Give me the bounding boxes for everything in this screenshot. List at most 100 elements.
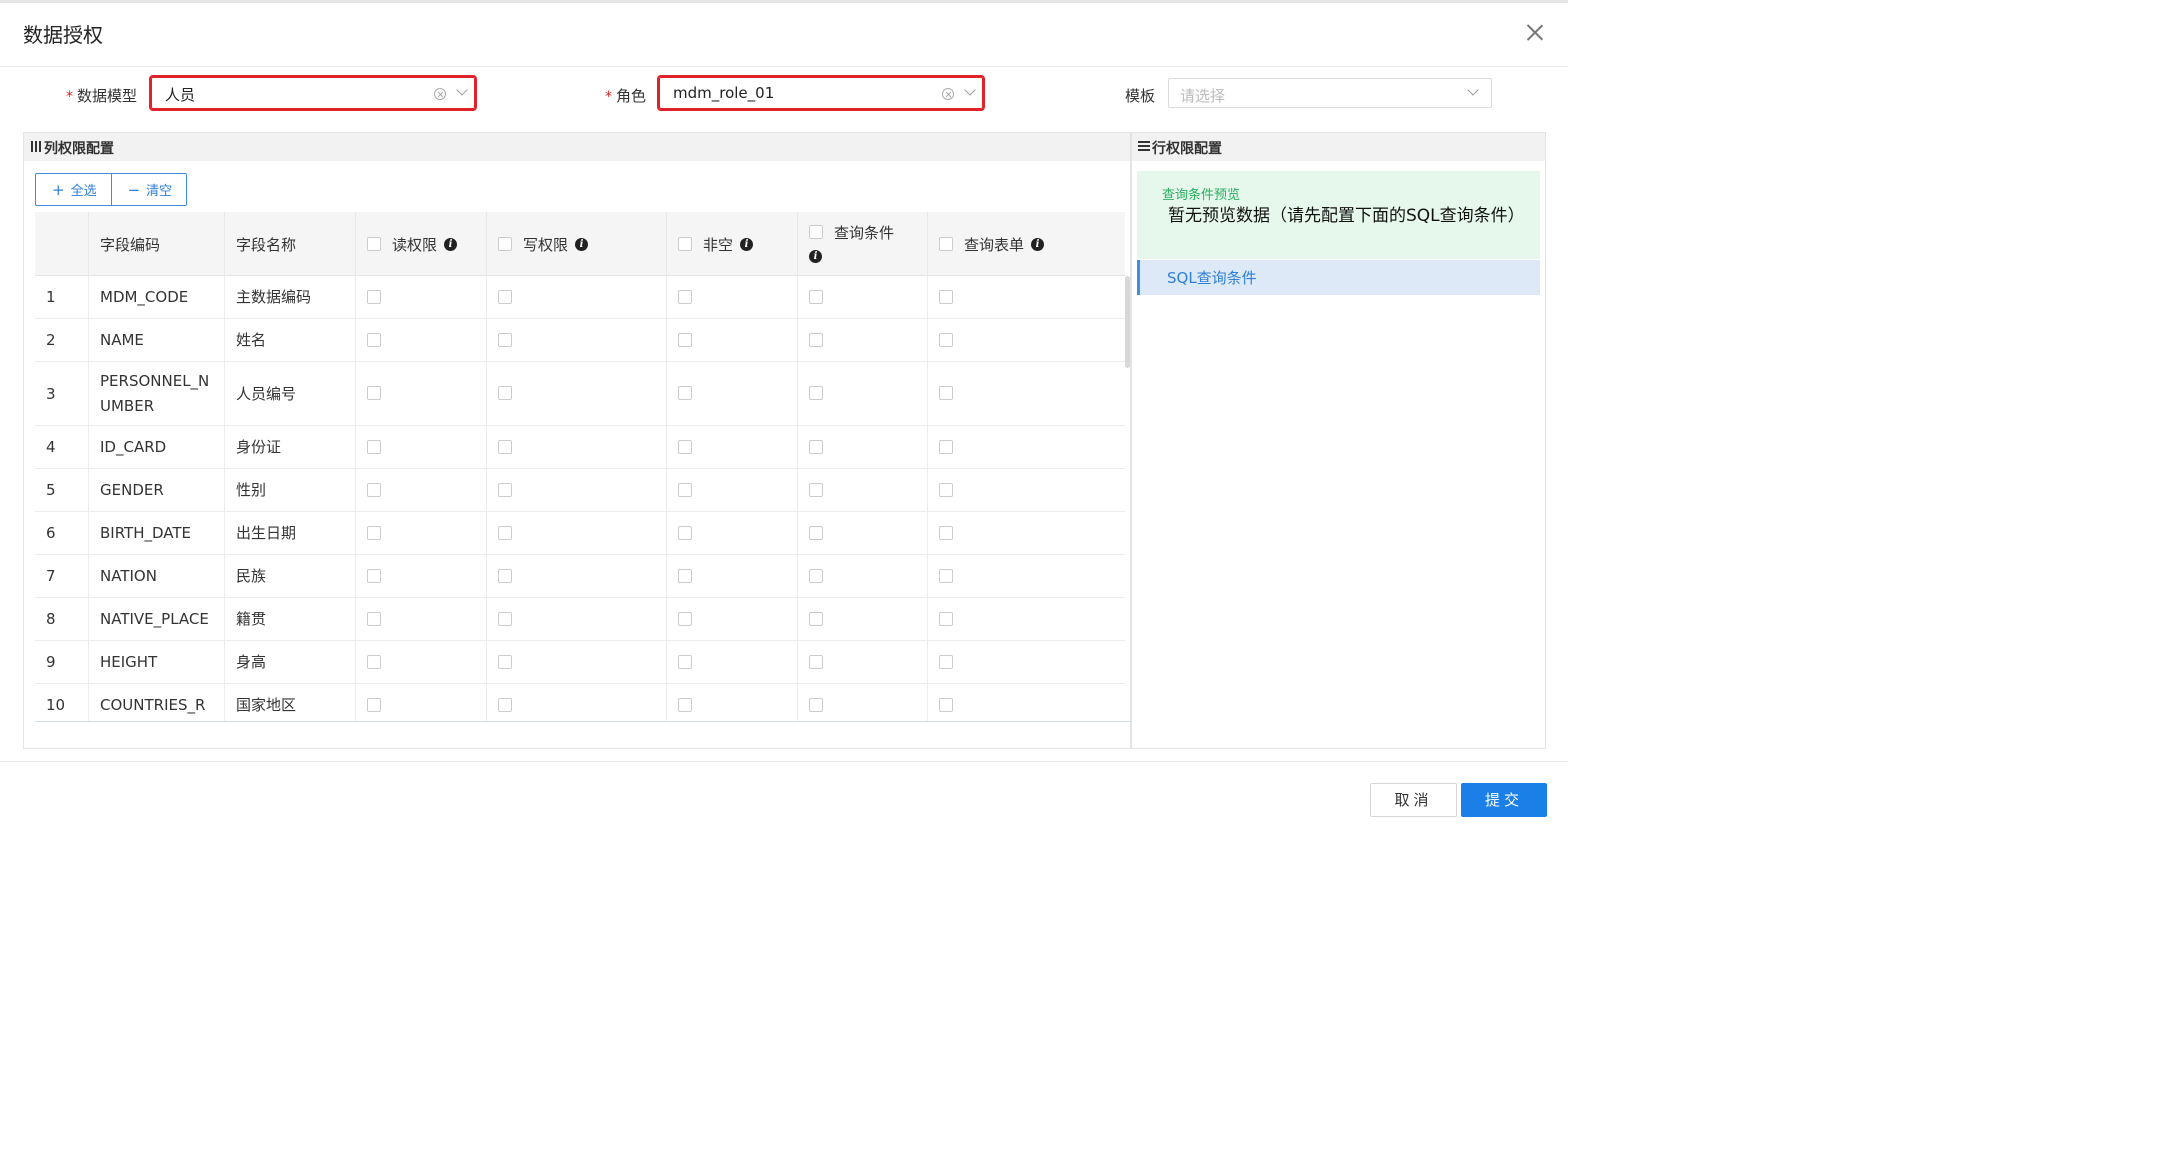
column-permission-table: 字段编码 字段名称 读权限 i 写权限 i 非空 i 查询条件 i 查询表单 i… <box>35 212 1125 722</box>
table-cell-checkbox <box>798 512 928 554</box>
table-cell-index: 6 <box>35 512 89 554</box>
role-select[interactable]: mdm_role_01 <box>657 75 985 111</box>
header-query-form-label: 查询表单 <box>964 236 1025 254</box>
write-checkbox[interactable] <box>498 333 512 347</box>
read-checkbox[interactable] <box>367 526 381 540</box>
header-code-label: 字段编码 <box>100 236 161 254</box>
read-checkbox[interactable] <box>367 386 381 400</box>
query-cond-all-checkbox[interactable] <box>809 225 823 239</box>
sql-condition-tab[interactable]: SQL查询条件 <box>1137 260 1540 295</box>
query-form-checkbox[interactable] <box>939 290 953 304</box>
query-form-checkbox[interactable] <box>939 655 953 669</box>
cell-index-text: 10 <box>46 696 66 714</box>
table-cell-checkbox <box>667 319 798 361</box>
row-panel-header: 行权限配置 <box>1132 133 1545 161</box>
table-cell-checkbox <box>928 426 1125 468</box>
not-null-checkbox[interactable] <box>678 440 692 454</box>
write-checkbox[interactable] <box>498 569 512 583</box>
clear-icon[interactable] <box>434 88 446 100</box>
query-cond-checkbox[interactable] <box>809 526 823 540</box>
close-icon[interactable] <box>1523 21 1547 45</box>
query-cond-checkbox[interactable] <box>809 333 823 347</box>
write-checkbox[interactable] <box>498 526 512 540</box>
read-checkbox[interactable] <box>367 440 381 454</box>
query-form-all-checkbox[interactable] <box>939 237 953 251</box>
query-cond-checkbox[interactable] <box>809 655 823 669</box>
table-cell-checkbox <box>928 469 1125 511</box>
read-checkbox[interactable] <box>367 333 381 347</box>
query-cond-checkbox[interactable] <box>809 440 823 454</box>
read-checkbox[interactable] <box>367 569 381 583</box>
not-null-checkbox[interactable] <box>678 612 692 626</box>
model-select[interactable]: 人员 <box>149 75 477 111</box>
not-null-checkbox[interactable] <box>678 526 692 540</box>
read-checkbox[interactable] <box>367 655 381 669</box>
chevron-down-icon[interactable] <box>1467 84 1479 96</box>
table-cell-checkbox <box>928 512 1125 554</box>
table-cell-name: 性别 <box>225 469 356 511</box>
table-row: 3 PERSONNEL_N UMBER 人员编号 <box>35 362 1125 426</box>
read-checkbox[interactable] <box>367 483 381 497</box>
write-checkbox[interactable] <box>498 698 512 712</box>
not-null-checkbox[interactable] <box>678 698 692 712</box>
query-cond-checkbox[interactable] <box>809 290 823 304</box>
clear-icon[interactable] <box>942 88 954 100</box>
write-checkbox[interactable] <box>498 612 512 626</box>
query-form-checkbox[interactable] <box>939 333 953 347</box>
query-cond-checkbox[interactable] <box>809 386 823 400</box>
table-cell-checkbox <box>928 362 1125 425</box>
table-cell-checkbox <box>487 641 667 683</box>
model-select-value: 人员 <box>165 86 196 104</box>
table-cell-checkbox <box>487 555 667 597</box>
header-query-cond-label: 查询条件 <box>834 224 895 242</box>
query-cond-checkbox[interactable] <box>809 612 823 626</box>
submit-button[interactable]: 提交 <box>1461 783 1547 817</box>
write-all-checkbox[interactable] <box>498 237 512 251</box>
read-all-checkbox[interactable] <box>367 237 381 251</box>
table-cell-checkbox <box>928 641 1125 683</box>
data-authorization-dialog: 数据授权 * 数据模型 人员 * 角色 mdm_role_01 模板 请选择 列权限… <box>0 0 1568 838</box>
cell-code-text: PERSONNEL_N UMBER <box>100 372 210 415</box>
query-form-checkbox[interactable] <box>939 526 953 540</box>
template-select[interactable]: 请选择 <box>1168 78 1492 108</box>
query-cond-checkbox[interactable] <box>809 483 823 497</box>
not-null-checkbox[interactable] <box>678 386 692 400</box>
query-cond-checkbox[interactable] <box>809 569 823 583</box>
table-cell-checkbox <box>798 426 928 468</box>
not-null-checkbox[interactable] <box>678 569 692 583</box>
table-cell-code: COUNTRIES_R <box>89 684 225 722</box>
not-null-checkbox[interactable] <box>678 655 692 669</box>
query-form-checkbox[interactable] <box>939 569 953 583</box>
not-null-checkbox[interactable] <box>678 483 692 497</box>
cancel-button[interactable]: 取消 <box>1370 783 1457 817</box>
not-null-all-checkbox[interactable] <box>678 237 692 251</box>
query-cond-checkbox[interactable] <box>809 698 823 712</box>
query-form-checkbox[interactable] <box>939 440 953 454</box>
chevron-down-icon[interactable] <box>456 84 468 96</box>
query-form-checkbox[interactable] <box>939 386 953 400</box>
table-cell-checkbox <box>356 684 487 722</box>
query-form-checkbox[interactable] <box>939 698 953 712</box>
read-checkbox[interactable] <box>367 698 381 712</box>
table-cell-checkbox <box>798 362 928 425</box>
query-form-checkbox[interactable] <box>939 483 953 497</box>
write-checkbox[interactable] <box>498 483 512 497</box>
write-checkbox[interactable] <box>498 655 512 669</box>
write-checkbox[interactable] <box>498 440 512 454</box>
header-write: 写权限 i <box>487 212 667 276</box>
table-cell-checkbox <box>667 469 798 511</box>
table-cell-index: 7 <box>35 555 89 597</box>
read-checkbox[interactable] <box>367 612 381 626</box>
table-cell-checkbox <box>928 319 1125 361</box>
write-checkbox[interactable] <box>498 386 512 400</box>
clear-button[interactable]: − 清空 <box>110 173 188 206</box>
read-checkbox[interactable] <box>367 290 381 304</box>
chevron-down-icon[interactable] <box>964 84 976 96</box>
not-null-checkbox[interactable] <box>678 290 692 304</box>
write-checkbox[interactable] <box>498 290 512 304</box>
selection-button-group: + 全选 − 清空 <box>35 173 188 206</box>
table-scrollbar[interactable] <box>1125 276 1130 368</box>
query-form-checkbox[interactable] <box>939 612 953 626</box>
not-null-checkbox[interactable] <box>678 333 692 347</box>
select-all-button[interactable]: + 全选 <box>35 173 112 206</box>
